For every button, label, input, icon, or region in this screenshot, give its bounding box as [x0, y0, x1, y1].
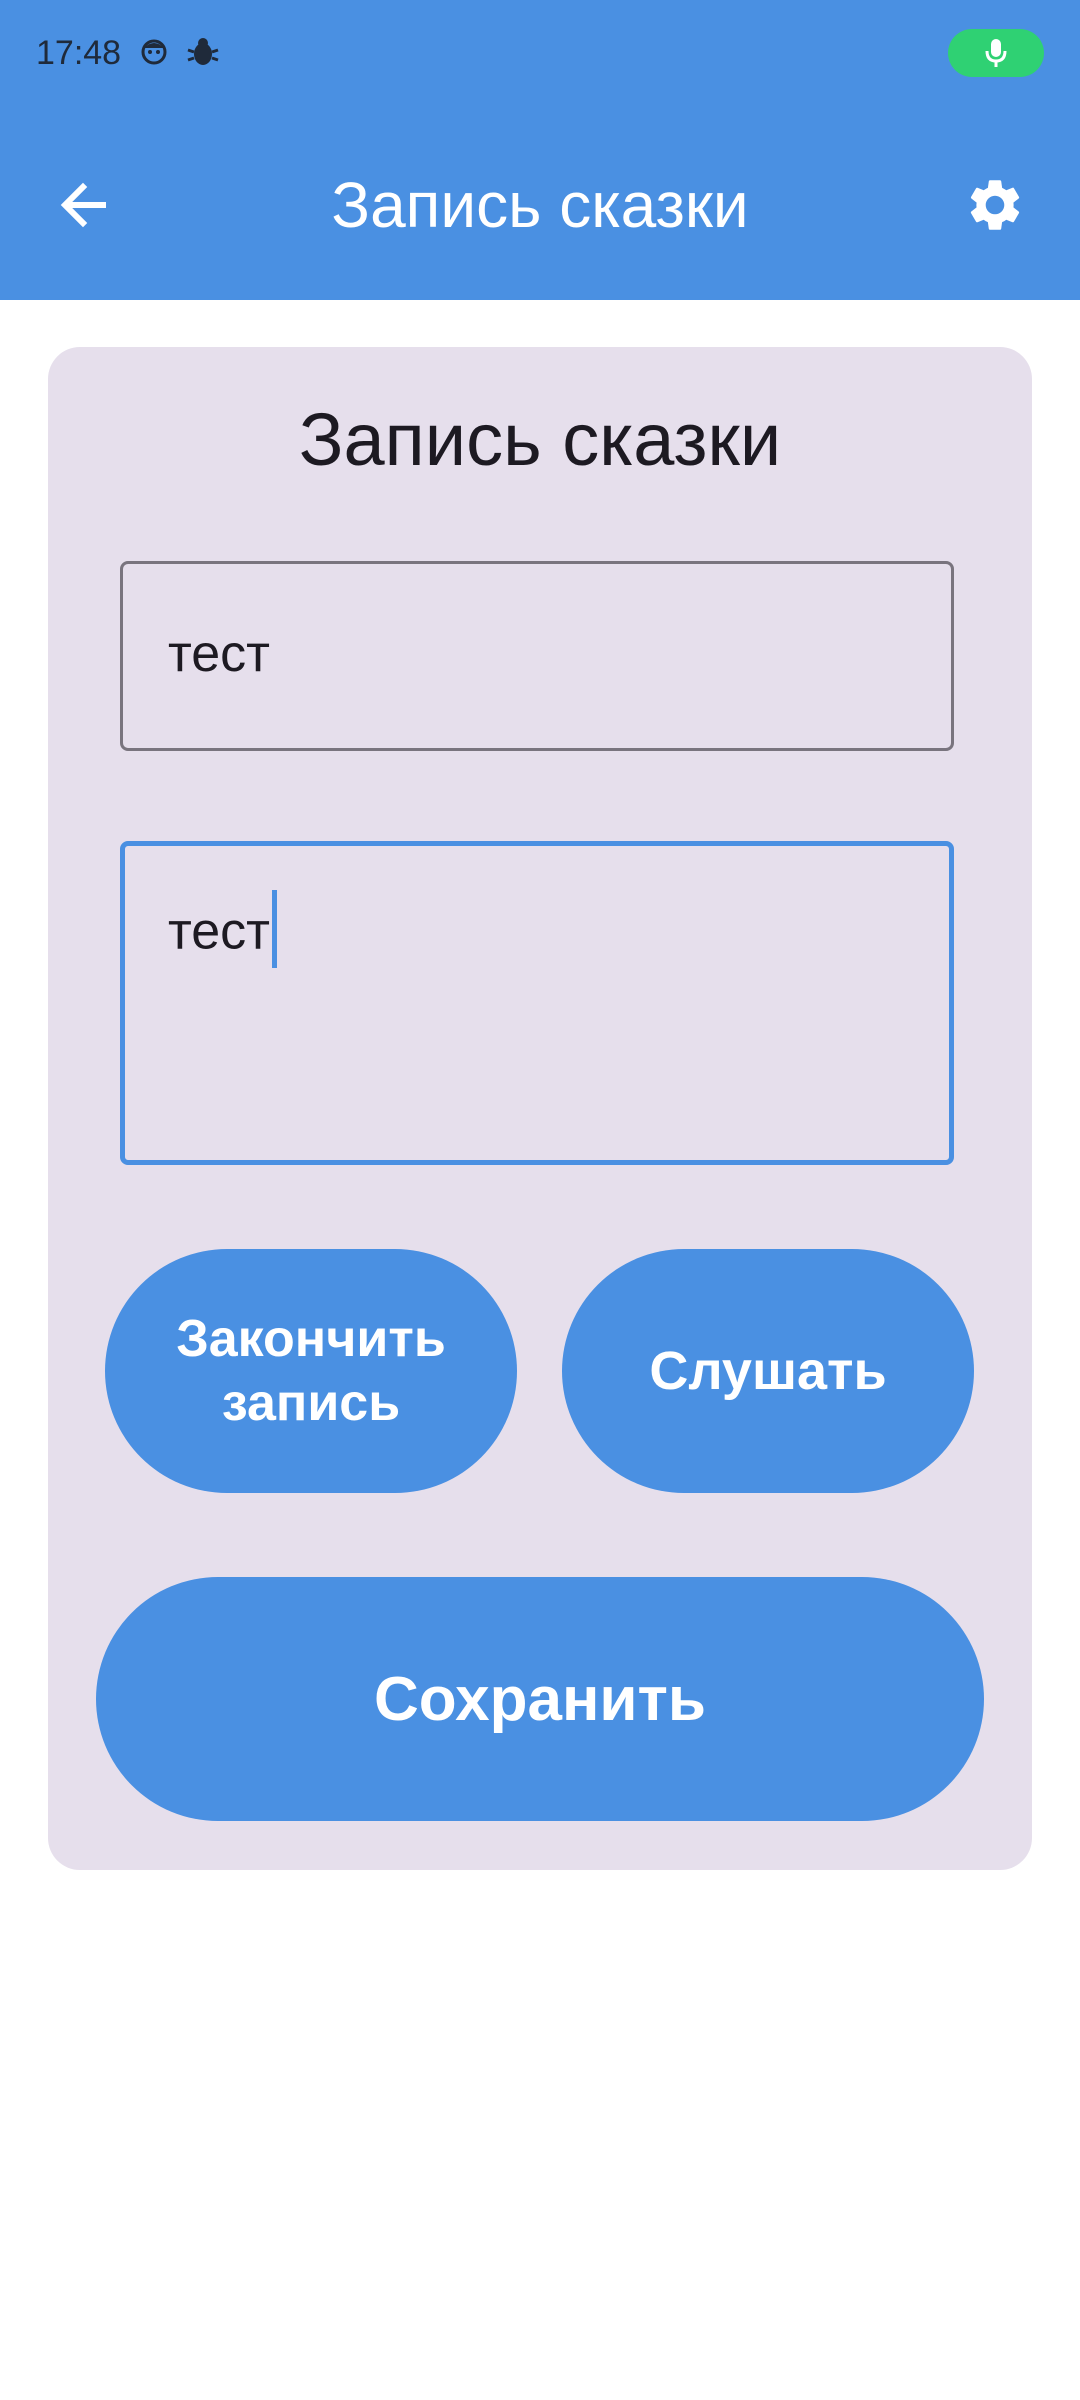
- save-label: Сохранить: [374, 1664, 706, 1734]
- face-icon: [141, 39, 167, 65]
- stop-recording-button[interactable]: Закончить запись: [105, 1249, 517, 1493]
- card-title: Запись сказки: [298, 398, 782, 481]
- story-input[interactable]: тест: [120, 841, 954, 1165]
- back-button[interactable]: [40, 162, 126, 248]
- title-input-value: тест: [168, 625, 270, 683]
- bug-icon: [187, 38, 219, 65]
- mic-indicator: [948, 29, 1044, 77]
- settings-button[interactable]: [952, 162, 1038, 248]
- app-bar: Запись сказки: [0, 110, 1080, 300]
- stop-recording-label: Закончить запись: [176, 1310, 446, 1432]
- story-input-value: тест: [168, 890, 277, 974]
- save-button[interactable]: Сохранить: [96, 1577, 984, 1821]
- status-time: 17:48: [36, 34, 122, 72]
- listen-button[interactable]: Слушать: [562, 1249, 974, 1493]
- listen-label: Слушать: [649, 1341, 887, 1401]
- app-bar-title: Запись сказки: [331, 169, 749, 241]
- title-input[interactable]: тест: [120, 561, 954, 751]
- status-bar: 17:48: [0, 0, 1080, 110]
- text-cursor: [271, 890, 277, 968]
- mic-icon: [985, 39, 1007, 67]
- gear-icon: [970, 180, 1020, 230]
- recording-card: Запись сказки тест тест Закончить запись…: [48, 347, 1032, 1870]
- arrow-left-icon: [60, 182, 106, 228]
